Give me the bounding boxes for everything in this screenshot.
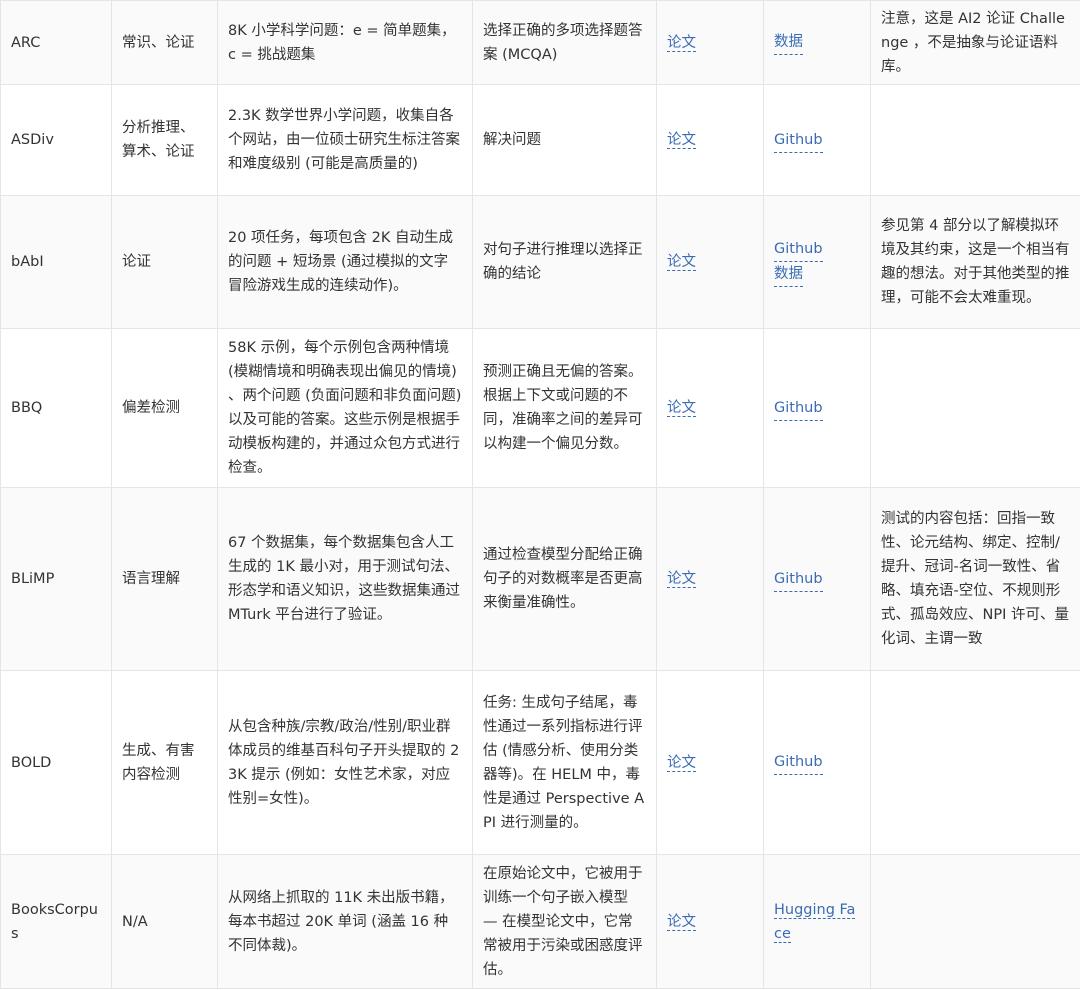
data-link[interactable]: 数据	[774, 262, 803, 287]
links-cell: Github	[763, 670, 871, 855]
links-cell: Github	[763, 328, 871, 488]
paper-cell: 论文	[656, 487, 764, 671]
notes-cell	[870, 670, 1080, 855]
paper-cell: 论文	[656, 84, 764, 196]
task-cell: 任务: 生成句子结尾，毒性通过一系列指标进行评估 (情感分析、使用分类器等)。在…	[472, 670, 657, 855]
paper-cell: 论文	[656, 328, 764, 488]
contents-cell: 从包含种族/宗教/政治/性别/职业群体成员的维基百科句子开头提取的 23K 提示…	[217, 670, 473, 855]
notes-cell: 参见第 4 部分以了解模拟环境及其约束，这是一个相当有趣的想法。对于其他类型的推…	[870, 195, 1080, 329]
github-link[interactable]: Github	[774, 567, 823, 592]
notes-cell: 注意，这是 AI2 论证 Challenge ，不是抽象与论证语料库。	[870, 0, 1080, 85]
skill-cell: N/A	[111, 854, 218, 989]
skill-cell: 论证	[111, 195, 218, 329]
paper-cell: 论文	[656, 195, 764, 329]
table-row: BooksCorpus N/A 从网络上抓取的 11K 未出版书籍，每本书超过 …	[0, 854, 1080, 989]
paper-cell: 论文	[656, 670, 764, 855]
skill-cell: 分析推理、算术、论证	[111, 84, 218, 196]
table-row: ARC 常识、论证 8K 小学科学问题：e = 简单题集，c = 挑战题集 选择…	[0, 0, 1080, 85]
table-row: BLiMP 语言理解 67 个数据集，每个数据集包含人工生成的 1K 最小对，用…	[0, 487, 1080, 671]
github-link[interactable]: Github	[774, 396, 823, 421]
notes-cell: 测试的内容包括：回指一致性、论元结构、绑定、控制/提升、冠词-名词一致性、省略、…	[870, 487, 1080, 671]
dataset-name-cell: BooksCorpus	[0, 854, 112, 989]
links-cell: Github	[763, 487, 871, 671]
notes-cell	[870, 84, 1080, 196]
table-row: BOLD 生成、有害内容检测 从包含种族/宗教/政治/性别/职业群体成员的维基百…	[0, 670, 1080, 855]
dataset-name-cell: bAbI	[0, 195, 112, 329]
dataset-name-cell: BOLD	[0, 670, 112, 855]
contents-cell: 58K 示例，每个示例包含两种情境 (模糊情境和明确表现出偏见的情境) 、两个问…	[217, 328, 473, 488]
paper-link[interactable]: 论文	[667, 754, 696, 772]
paper-link[interactable]: 论文	[667, 400, 696, 417]
paper-link[interactable]: 论文	[667, 34, 696, 52]
github-link[interactable]: Github	[774, 128, 823, 153]
contents-cell: 67 个数据集，每个数据集包含人工生成的 1K 最小对，用于测试句法、形态学和语…	[217, 487, 473, 671]
paper-link[interactable]: 论文	[667, 132, 696, 149]
github-link[interactable]: Github	[774, 237, 823, 262]
task-cell: 解决问题	[472, 84, 657, 196]
notes-cell	[870, 854, 1080, 989]
dataset-name-cell: ASDiv	[0, 84, 112, 196]
contents-cell: 从网络上抓取的 11K 未出版书籍，每本书超过 20K 单词 (涵盖 16 种不…	[217, 854, 473, 989]
links-cell: Hugging Face	[763, 854, 871, 989]
contents-cell: 2.3K 数学世界小学问题，收集自各个网站，由一位硕士研究生标注答案和难度级别 …	[217, 84, 473, 196]
dataset-name-cell: BLiMP	[0, 487, 112, 671]
hugging-face-link[interactable]: Hugging Face	[774, 901, 856, 943]
task-cell: 在原始论文中，它被用于训练一个句子嵌入模型 — 在模型论文中，它常常被用于污染或…	[472, 854, 657, 989]
github-link[interactable]: Github	[774, 750, 823, 775]
dataset-name-cell: BBQ	[0, 328, 112, 488]
paper-link[interactable]: 论文	[667, 571, 696, 588]
task-cell: 通过检查模型分配给正确句子的对数概率是否更高来衡量准确性。	[472, 487, 657, 671]
benchmark-table: ARC 常识、论证 8K 小学科学问题：e = 简单题集，c = 挑战题集 选择…	[0, 0, 1080, 989]
notes-cell	[870, 328, 1080, 488]
paper-link[interactable]: 论文	[667, 254, 696, 271]
data-link[interactable]: 数据	[774, 30, 803, 55]
task-cell: 预测正确且无偏的答案。根据上下文或问题的不同，准确率之间的差异可以构建一个偏见分…	[472, 328, 657, 488]
task-cell: 选择正确的多项选择题答案 (MCQA)	[472, 0, 657, 85]
paper-cell: 论文	[656, 0, 764, 85]
paper-cell: 论文	[656, 854, 764, 989]
paper-link[interactable]: 论文	[667, 913, 696, 931]
task-cell: 对句子进行推理以选择正确的结论	[472, 195, 657, 329]
links-cell: Github	[763, 84, 871, 196]
skill-cell: 偏差检测	[111, 328, 218, 488]
links-cell: 数据	[763, 0, 871, 85]
table-row: ASDiv 分析推理、算术、论证 2.3K 数学世界小学问题，收集自各个网站，由…	[0, 84, 1080, 196]
contents-cell: 20 项任务，每项包含 2K 自动生成的问题 + 短场景 (通过模拟的文字冒险游…	[217, 195, 473, 329]
table-row: bAbI 论证 20 项任务，每项包含 2K 自动生成的问题 + 短场景 (通过…	[0, 195, 1080, 329]
table-row: BBQ 偏差检测 58K 示例，每个示例包含两种情境 (模糊情境和明确表现出偏见…	[0, 328, 1080, 488]
contents-cell: 8K 小学科学问题：e = 简单题集，c = 挑战题集	[217, 0, 473, 85]
skill-cell: 生成、有害内容检测	[111, 670, 218, 855]
skill-cell: 常识、论证	[111, 0, 218, 85]
table-body: ARC 常识、论证 8K 小学科学问题：e = 简单题集，c = 挑战题集 选择…	[0, 0, 1080, 989]
dataset-name-cell: ARC	[0, 0, 112, 85]
skill-cell: 语言理解	[111, 487, 218, 671]
links-cell: Github 数据	[763, 195, 871, 329]
